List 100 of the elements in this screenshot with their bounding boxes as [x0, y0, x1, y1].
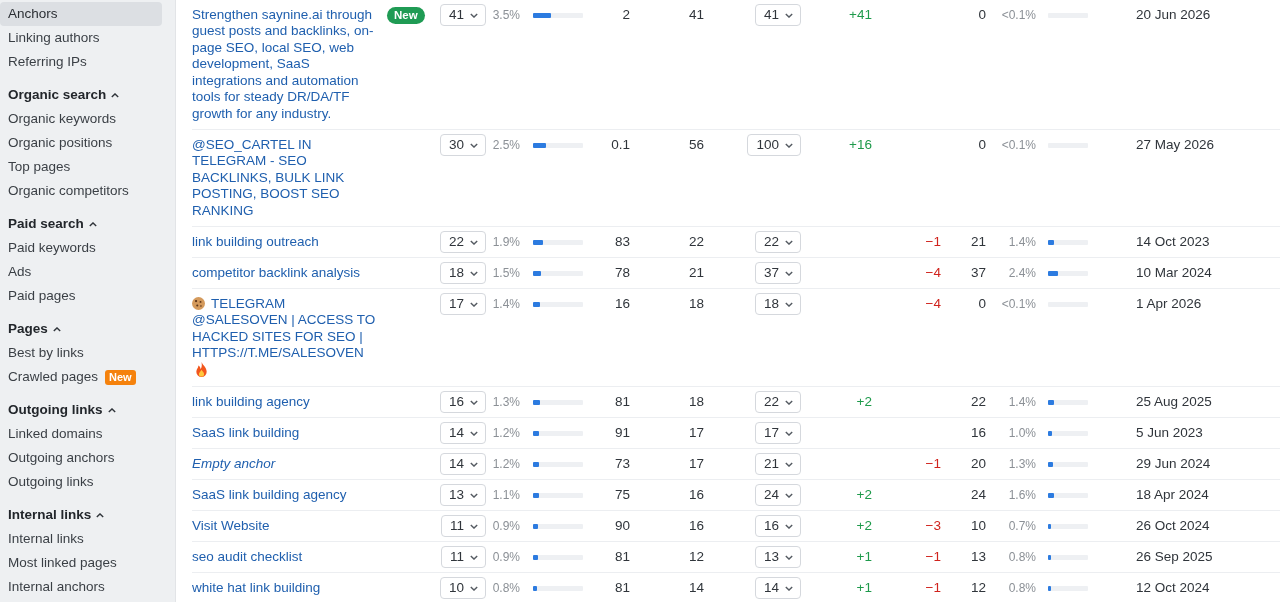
share-percentage: 1.1% — [492, 487, 520, 504]
anchor-link[interactable]: Empty anchor — [192, 455, 276, 473]
section-toggle[interactable]: Internal links — [8, 504, 105, 526]
share-percentage: 1.9% — [492, 234, 520, 251]
value-dropdown[interactable]: 14 — [754, 577, 801, 599]
value-dropdown[interactable]: 16 — [439, 391, 486, 413]
share-percentage: 2.4% — [1008, 265, 1036, 282]
share-percentage: <0.1% — [1001, 137, 1036, 154]
anchor-link[interactable]: link building agency — [192, 393, 310, 411]
sidebar-item[interactable]: Organic competitors — [8, 180, 129, 202]
share-percentage: 1.6% — [1008, 487, 1036, 504]
chevron-down-icon — [470, 399, 478, 405]
sidebar-item[interactable]: Paid keywords — [8, 237, 96, 259]
anchor-link[interactable]: TELEGRAM @SALESOVEN | ACCESS TO HACKED SITES FOR SEO | HTTPS://T.ME/SALESOVEN — [192, 295, 378, 380]
value-dropdown[interactable]: 11 — [441, 515, 486, 537]
share-percentage: 0.7% — [1008, 518, 1036, 535]
value-dropdown[interactable]: 37 — [754, 262, 801, 284]
date-value: 1 Apr 2026 — [1136, 294, 1202, 313]
date-value: 26 Sep 2025 — [1136, 547, 1213, 566]
gain-value: +2 — [856, 516, 872, 535]
section-toggle[interactable]: Paid search — [8, 213, 97, 235]
sidebar-item[interactable]: Paid pages — [8, 285, 76, 307]
share-percentage: <0.1% — [1001, 296, 1036, 313]
value-dropdown[interactable]: 13 — [439, 484, 486, 506]
gain-value: +2 — [856, 392, 872, 411]
section-toggle[interactable]: Organic search — [8, 84, 120, 106]
value-dropdown[interactable]: 21 — [754, 453, 801, 475]
value-dropdown[interactable]: 14 — [439, 453, 486, 475]
share-percentage: 1.4% — [1008, 234, 1036, 251]
sidebar-item[interactable]: Linked domains — [8, 423, 103, 445]
number-value: 18 — [688, 294, 704, 313]
value-dropdown[interactable]: 11 — [441, 546, 486, 568]
chevron-down-icon — [470, 301, 478, 307]
sidebar-item[interactable]: Top pages — [8, 156, 71, 178]
number-value: 78 — [614, 263, 630, 282]
share-percentage: 3.5% — [492, 7, 520, 24]
date-value: 27 May 2026 — [1136, 135, 1215, 154]
sidebar-item[interactable]: Outgoing anchors — [8, 447, 115, 469]
share-percentage: 0.8% — [492, 580, 520, 597]
number-value: 0.1 — [611, 135, 630, 154]
anchor-link[interactable]: SaaS link building agency — [192, 486, 347, 504]
share-percentage: 1.2% — [492, 425, 520, 442]
number-value: 17 — [688, 423, 704, 442]
loss-value: −1 — [925, 232, 941, 251]
sidebar-item[interactable]: Organic positions — [8, 132, 113, 154]
anchor-link[interactable]: white hat link building — [192, 579, 321, 597]
chevron-down-icon — [785, 430, 793, 436]
value-dropdown[interactable]: 18 — [439, 262, 486, 284]
value-dropdown[interactable]: 22 — [754, 391, 801, 413]
value-dropdown[interactable]: 24 — [754, 484, 801, 506]
chevron-down-icon — [785, 461, 793, 467]
sidebar-item[interactable]: Internal anchors — [8, 576, 105, 598]
number-value: 17 — [688, 454, 704, 473]
value-dropdown[interactable]: 22 — [754, 231, 801, 253]
value-dropdown[interactable]: 30 — [439, 134, 486, 156]
anchor-link[interactable]: Visit Website — [192, 517, 270, 535]
sidebar-item[interactable]: Anchors — [0, 2, 162, 26]
new-badge: New — [105, 369, 136, 385]
value-dropdown[interactable]: 41 — [439, 4, 486, 26]
value-dropdown[interactable]: 14 — [439, 422, 486, 444]
value-dropdown[interactable]: 100 — [747, 134, 801, 156]
new-badge: New — [387, 6, 425, 24]
loss-value: −1 — [925, 454, 941, 473]
anchor-link[interactable]: Strengthen saynine.ai through guest posts and backlinks, on-page SEO, local SEO, web development, SaaS integrations and automation tools for steady DR/DA/TF growth for any industry. — [192, 6, 378, 123]
sidebar-item[interactable]: Ads — [8, 261, 32, 283]
anchor-link[interactable]: competitor backlink analysis — [192, 264, 361, 282]
sidebar-item[interactable]: Internal links — [8, 528, 84, 550]
gain-value: +1 — [856, 578, 872, 597]
chevron-down-icon — [785, 492, 793, 498]
value-dropdown[interactable]: 17 — [439, 293, 486, 315]
value-dropdown[interactable]: 18 — [754, 293, 801, 315]
chevron-down-icon — [470, 239, 478, 245]
section-toggle[interactable]: Pages — [8, 318, 61, 340]
anchor-link[interactable]: seo audit checklist — [192, 548, 303, 566]
value-dropdown[interactable]: 22 — [439, 231, 486, 253]
sidebar-item[interactable]: Organic keywords — [8, 108, 117, 130]
number-value: 73 — [614, 454, 630, 473]
anchor-link[interactable]: @SEO_CARTEL IN TELEGRAM - SEO BACKLINKS, BULK LINK POSTING, BOOST SEO RANKING — [192, 136, 378, 220]
sidebar-item[interactable]: Most linked pages — [8, 552, 117, 574]
value-dropdown[interactable]: 16 — [754, 515, 801, 537]
share-percentage: 1.2% — [492, 456, 520, 473]
value-dropdown[interactable]: 10 — [439, 577, 486, 599]
value-dropdown[interactable]: 17 — [754, 422, 801, 444]
value-dropdown[interactable]: 41 — [754, 4, 801, 26]
number-value: 0 — [978, 135, 986, 154]
sidebar-item[interactable]: Outgoing links — [8, 471, 94, 493]
value-dropdown[interactable]: 13 — [754, 546, 801, 568]
loss-value: −1 — [925, 547, 941, 566]
share-percentage: 2.5% — [492, 137, 520, 154]
anchor-link[interactable]: SaaS link building — [192, 424, 300, 442]
anchor-link[interactable]: link building outreach — [192, 233, 319, 251]
loss-value: −3 — [925, 516, 941, 535]
sidebar-item[interactable]: Referring IPs — [8, 51, 87, 73]
number-value: 2 — [622, 5, 630, 24]
section-toggle[interactable]: Outgoing links — [8, 399, 116, 421]
sidebar-item[interactable]: Best by links — [8, 342, 84, 364]
sidebar-item[interactable]: Linking authors — [8, 27, 100, 49]
number-value: 18 — [688, 392, 704, 411]
sidebar-item[interactable]: Crawled pages — [8, 366, 99, 388]
number-value: 16 — [614, 294, 630, 313]
